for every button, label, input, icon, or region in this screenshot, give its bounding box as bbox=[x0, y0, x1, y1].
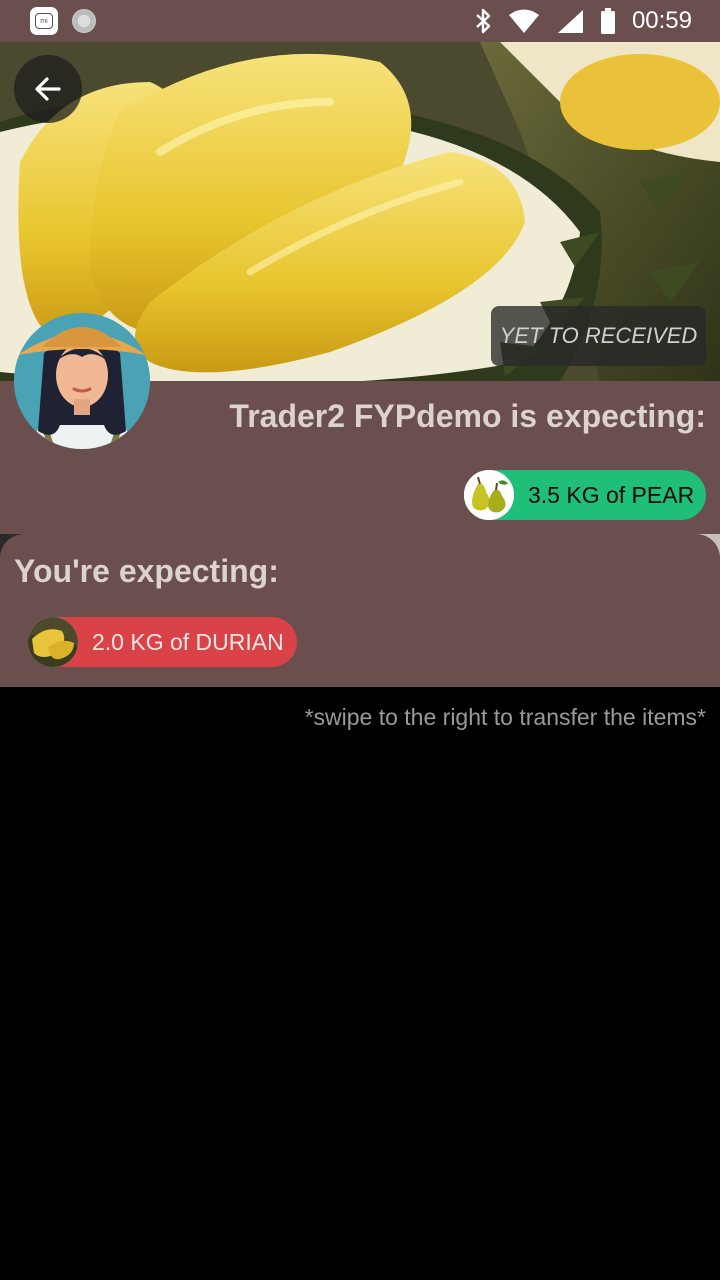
status-bar: mi 00:59 bbox=[0, 0, 720, 42]
pear-icon bbox=[464, 470, 514, 520]
wifi-icon bbox=[508, 9, 539, 33]
back-button[interactable] bbox=[14, 55, 82, 123]
signal-icon bbox=[557, 10, 583, 33]
battery-icon bbox=[600, 8, 615, 34]
your-heading: You're expecting: bbox=[14, 553, 279, 589]
mi-app-icon: mi bbox=[30, 7, 58, 35]
notification-dot-icon bbox=[72, 9, 96, 33]
trader-item-pill: 3.5 KG of PEAR bbox=[464, 470, 706, 520]
trader-heading: Trader2 FYPdemo is expecting: bbox=[229, 398, 706, 434]
bluetooth-icon bbox=[476, 8, 491, 34]
your-item-label: 2.0 KG of DURIAN bbox=[92, 628, 284, 655]
status-time: 00:59 bbox=[631, 7, 692, 34]
trader-item-label: 3.5 KG of PEAR bbox=[528, 481, 695, 508]
avatar bbox=[14, 313, 150, 449]
swipe-hint: *swipe to the right to transfer the item… bbox=[304, 704, 706, 730]
durian-icon bbox=[28, 617, 78, 667]
your-item-pill: 2.0 KG of DURIAN bbox=[28, 617, 297, 667]
status-badge: YET TO RECEIVED bbox=[491, 306, 706, 366]
arrow-left-icon bbox=[35, 77, 61, 101]
